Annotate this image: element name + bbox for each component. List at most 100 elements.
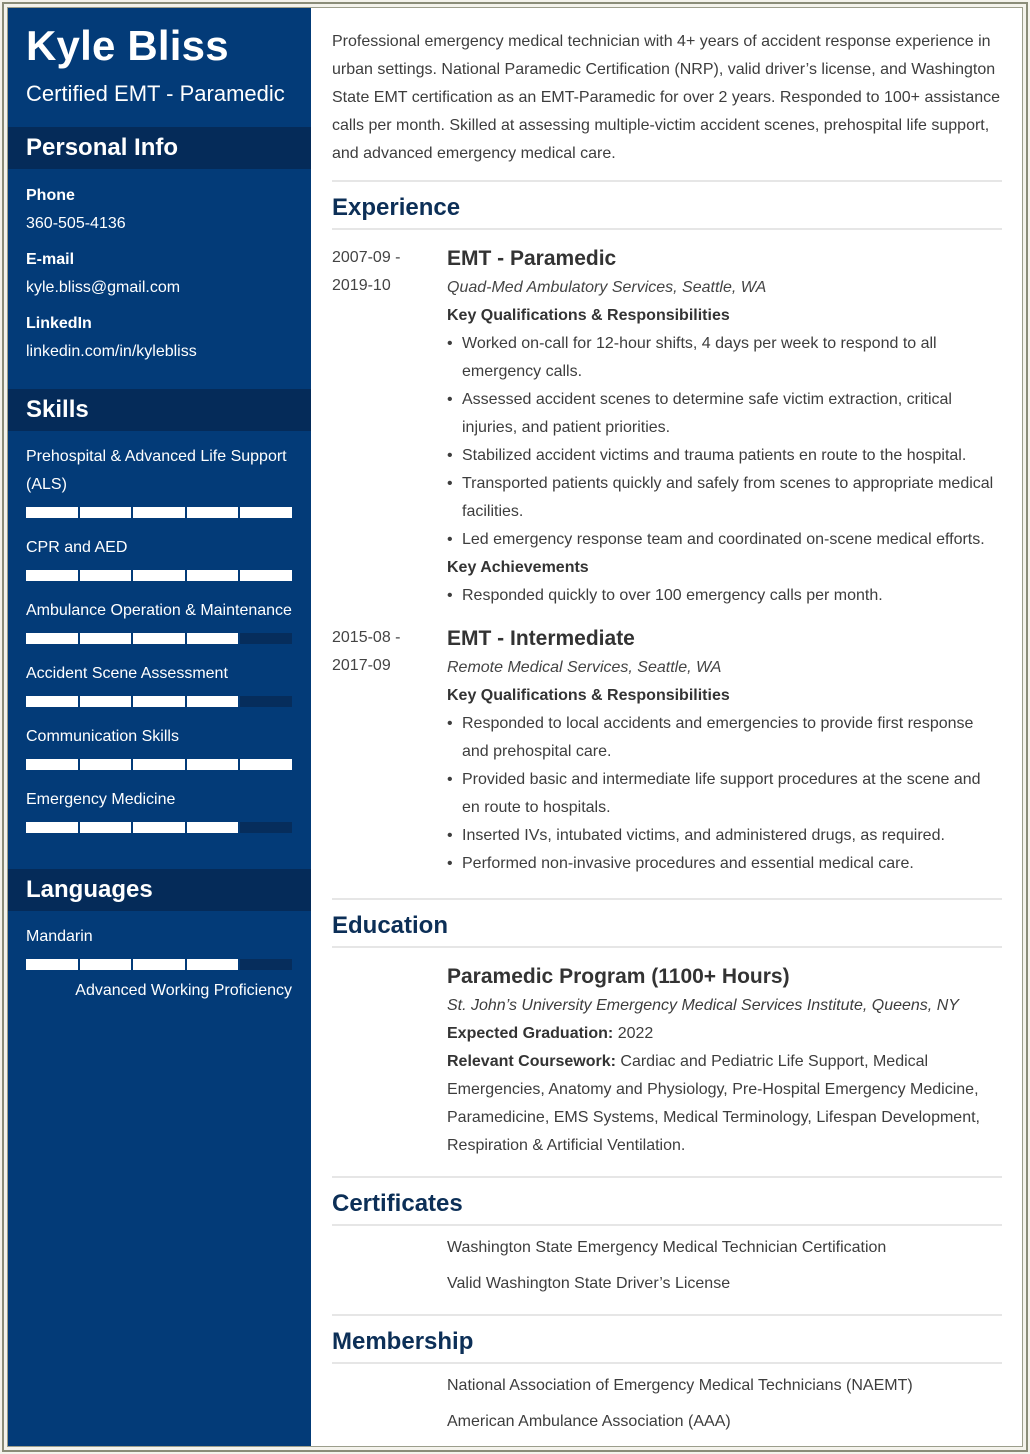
divider: [332, 1224, 1002, 1226]
info-label: E-mail: [26, 251, 75, 268]
linkedin-value[interactable]: linkedin.com/in/kylebliss: [26, 341, 293, 363]
skill-name: Prehospital & Advanced Life Support (ALS…: [26, 448, 287, 493]
bar-segment-filled: [133, 959, 185, 970]
experience-heading: Experience: [332, 194, 461, 221]
job-date-start: 2007-09 -: [332, 249, 401, 266]
membership-item: American Ambulance Association (AAA): [447, 1413, 731, 1430]
skill-name: Emergency Medicine: [26, 791, 176, 808]
skill-level-bar: [26, 759, 292, 770]
membership-item: National Association of Emergency Medica…: [447, 1377, 913, 1394]
job-entry: 2007-09 - 2019-10 EMT - Paramedic Quad-Med …: [332, 244, 1002, 610]
responsibility-item: Transported patients quickly and safely …: [447, 470, 1002, 526]
bar-segment-empty: [240, 822, 292, 833]
divider: [332, 946, 1002, 948]
bar-segment-filled: [186, 759, 239, 770]
skill-level-bar: [26, 570, 292, 581]
divider: [332, 228, 1002, 230]
achievements-heading: Key Achievements: [447, 559, 589, 576]
job-date-start: 2015-08 -: [332, 629, 401, 646]
email-value[interactable]: kyle.bliss@gmail.com: [26, 277, 293, 299]
info-email: E-mail kyle.bliss@gmail.com: [26, 249, 293, 299]
bar-segment-filled: [186, 570, 239, 581]
job-list: 2007-09 - 2019-10 EMT - Paramedic Quad-Med …: [332, 244, 1002, 884]
info-phone: Phone 360-505-4136: [26, 185, 293, 235]
skill-item: CPR and AED: [26, 534, 293, 581]
responsibilities-list: Responded to local accidents and emergen…: [447, 710, 1002, 878]
divider: [332, 180, 1002, 182]
skill-level-bar: [26, 507, 292, 518]
phone-value: 360-505-4136: [26, 215, 126, 232]
education-heading: Education: [332, 912, 449, 939]
bar-segment-filled: [186, 959, 239, 970]
graduation-value: 2022: [617, 1025, 654, 1042]
job-company: Remote Medical Services, Seattle, WA: [447, 659, 722, 676]
job-date-end: 2019-10: [332, 277, 391, 294]
job-date-end: 2017-09: [332, 657, 391, 674]
graduation-line: Expected Graduation: 2022: [447, 1020, 1002, 1048]
certificates-section: Certificates Washington State Emergency …: [332, 1176, 1002, 1296]
skills-list: Prehospital & Advanced Life Support (ALS…: [8, 431, 311, 861]
skill-item: Emergency Medicine: [26, 786, 293, 833]
language-name: Mandarin: [26, 928, 93, 945]
responsibility-item: Assessed accident scenes to determine sa…: [447, 386, 1002, 442]
divider: [332, 898, 1002, 900]
membership-list: National Association of Emergency Medica…: [332, 1374, 1002, 1434]
responsibility-item: Stabilized accident victims and trauma p…: [447, 442, 1002, 470]
education-section: Education Paramedic Program (1100+ Hours…: [332, 898, 1002, 1160]
school-name: St. John’s University Emergency Medical …: [447, 997, 959, 1014]
coursework-label: Relevant Coursework:: [447, 1053, 616, 1070]
bar-segment-filled: [79, 633, 132, 644]
skill-item: Prehospital & Advanced Life Support (ALS…: [26, 443, 293, 518]
candidate-name: Kyle Bliss: [26, 22, 229, 69]
responsibility-item: Inserted IVs, intubated victims, and adm…: [447, 822, 1002, 850]
skill-item: Ambulance Operation & Maintenance: [26, 597, 293, 644]
bar-segment-filled: [133, 759, 185, 770]
resume-page: Kyle Bliss Certified EMT - Paramedic Per…: [7, 7, 1023, 1447]
info-label: Phone: [26, 187, 75, 204]
bar-segment-filled: [240, 759, 292, 770]
qualifications-heading: Key Qualifications & Responsibilities: [447, 687, 730, 704]
experience-section: Experience 2007-09 - 2019-10 EMT - Paramed…: [332, 180, 1002, 884]
skill-level-bar: [26, 959, 292, 970]
candidate-title: Certified EMT - Paramedic: [26, 81, 285, 106]
bar-segment-filled: [79, 759, 132, 770]
main-content: Professional emergency medical technicia…: [311, 8, 1022, 1446]
skill-name: Accident Scene Assessment: [26, 665, 228, 682]
job-details: EMT - Paramedic Quad-Med Ambulatory Servi…: [447, 244, 1002, 610]
coursework-line: Relevant Coursework: Cardiac and Pediatr…: [447, 1048, 1002, 1160]
skill-item: Accident Scene Assessment: [26, 660, 293, 707]
bar-segment-filled: [240, 570, 292, 581]
bar-segment-filled: [186, 696, 239, 707]
bar-segment-empty: [240, 959, 292, 970]
bar-segment-filled: [79, 696, 132, 707]
bar-segment-filled: [79, 507, 132, 518]
bar-segment-filled: [26, 696, 78, 707]
responsibility-item: Led emergency response team and coordina…: [447, 526, 1002, 554]
language-proficiency: Advanced Working Proficiency: [75, 982, 292, 999]
skills-heading: Skills: [8, 389, 311, 431]
skill-level-bar: [26, 633, 292, 644]
divider: [332, 1176, 1002, 1178]
job-title: EMT - Paramedic: [447, 247, 617, 270]
bar-segment-filled: [133, 507, 185, 518]
responsibility-item: Worked on-call for 12-hour shifts, 4 day…: [447, 330, 1002, 386]
bar-segment-filled: [133, 633, 185, 644]
job-dates: 2007-09 - 2019-10: [332, 244, 447, 610]
job-dates: 2015-08 - 2017-09: [332, 624, 447, 878]
bar-segment-empty: [240, 633, 292, 644]
bar-segment-filled: [133, 696, 185, 707]
job-details: EMT - Intermediate Remote Medical Service…: [447, 624, 1002, 878]
bar-segment-filled: [26, 633, 78, 644]
skill-name: CPR and AED: [26, 539, 128, 556]
bar-segment-filled: [79, 959, 132, 970]
program-name: Paramedic Program (1100+ Hours): [447, 965, 790, 988]
languages-heading: Languages: [8, 869, 311, 911]
skill-item: Communication Skills: [26, 723, 293, 770]
job-title: EMT - Intermediate: [447, 627, 635, 650]
bar-segment-empty: [240, 696, 292, 707]
page-frame: Kyle Bliss Certified EMT - Paramedic Per…: [2, 2, 1028, 1452]
bar-segment-filled: [186, 633, 239, 644]
responsibility-item: Performed non-invasive procedures and es…: [447, 850, 1002, 878]
responsibility-item: Provided basic and intermediate life sup…: [447, 766, 1002, 822]
